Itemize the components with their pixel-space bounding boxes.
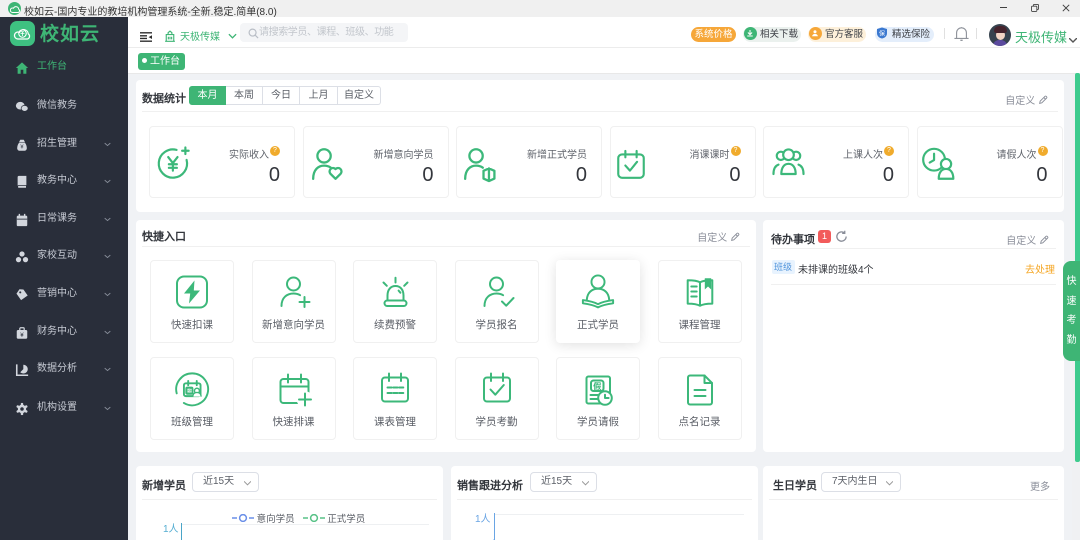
svg-text:保: 保 (879, 29, 886, 37)
svg-text:班: 班 (187, 388, 192, 395)
svg-text:¥: ¥ (20, 331, 24, 338)
svg-text:假: 假 (593, 381, 601, 391)
